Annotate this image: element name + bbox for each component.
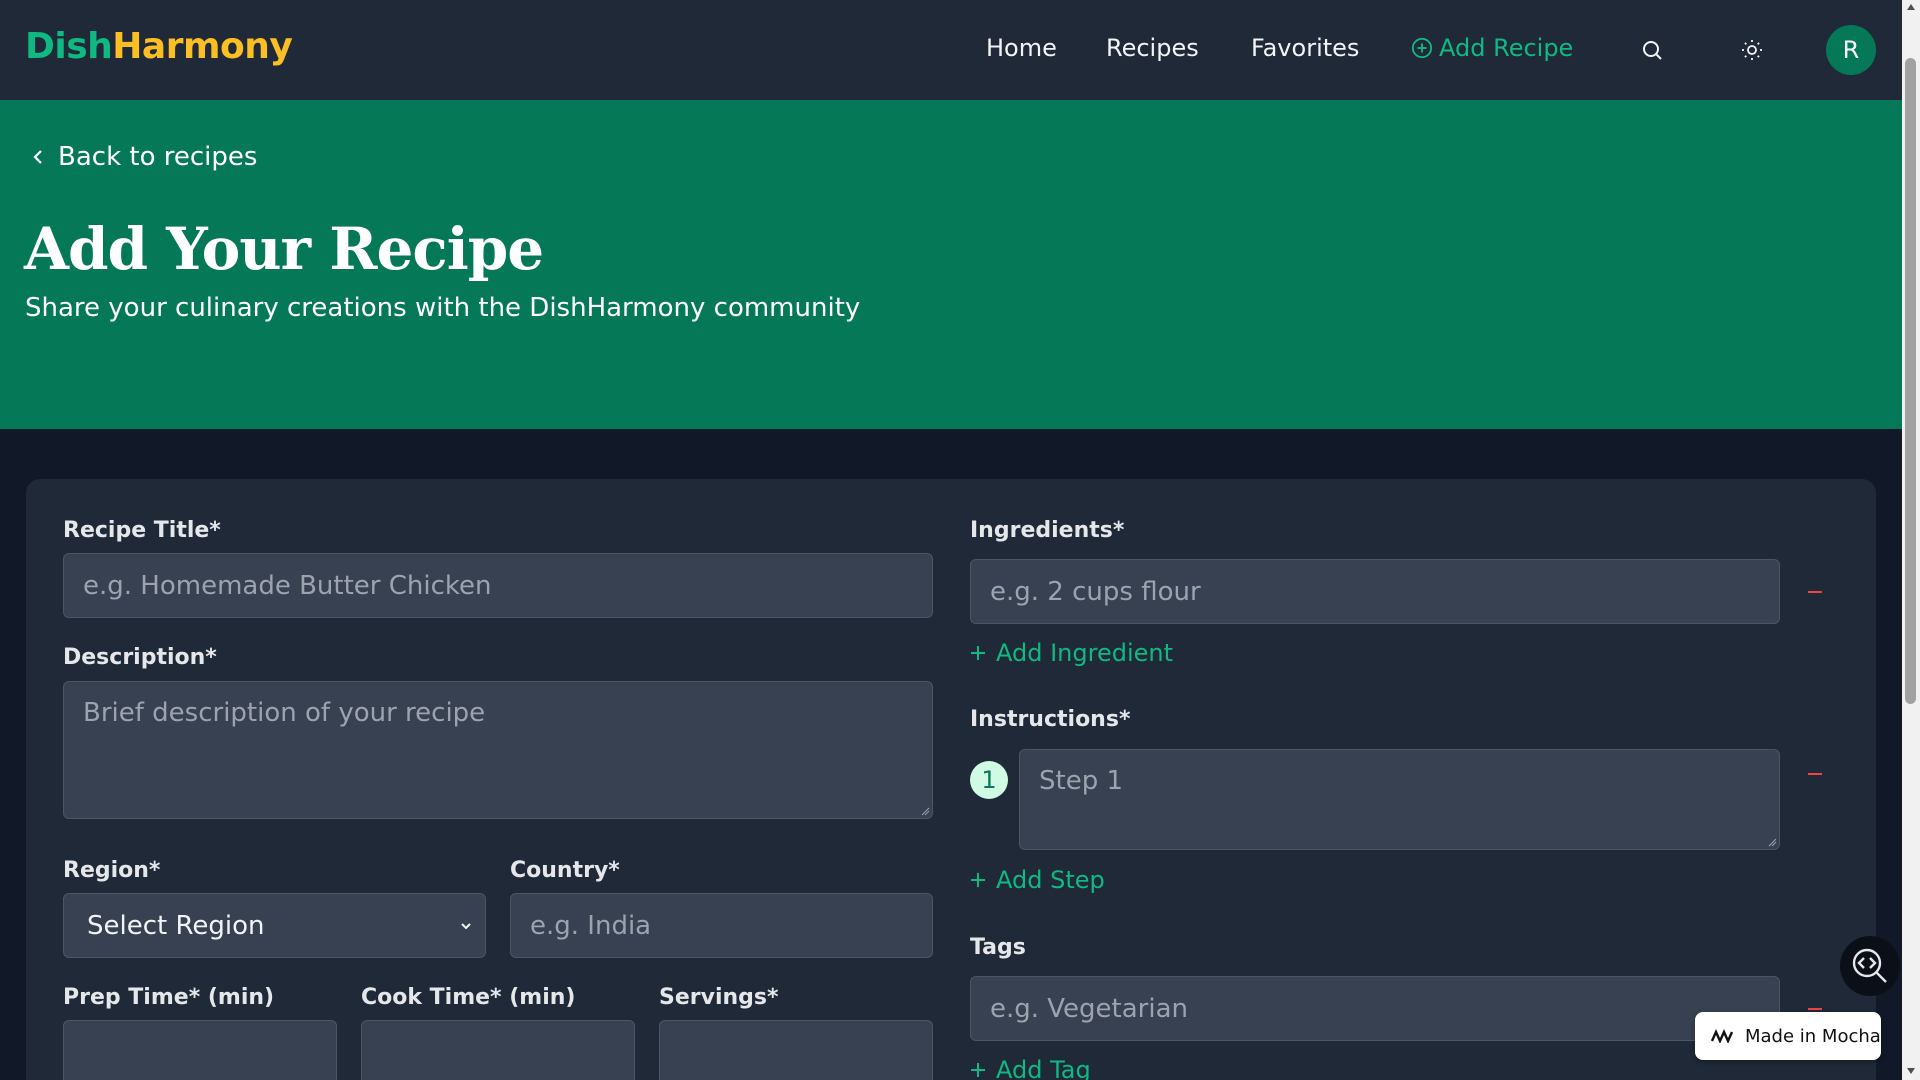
step-textarea[interactable]: Step 1 [1019, 749, 1780, 850]
back-to-recipes-link[interactable]: Back to recipes [30, 142, 257, 172]
cook-time-input[interactable] [361, 1020, 635, 1080]
add-step-label: Add Step [996, 866, 1105, 894]
country-input[interactable]: e.g. India [510, 893, 933, 958]
description-placeholder: Brief description of your recipe [83, 698, 486, 728]
plus-circle-icon [1411, 37, 1433, 59]
search-button[interactable] [1638, 36, 1666, 64]
add-tag-label: Add Tag [996, 1056, 1091, 1080]
nav-add-recipe-label: Add Recipe [1439, 34, 1574, 62]
resize-handle-icon[interactable] [1767, 837, 1777, 847]
prep-time-input[interactable] [63, 1020, 337, 1080]
recipe-title-label: Recipe Title* [63, 518, 221, 543]
region-label: Region* [63, 858, 161, 883]
recipe-title-input[interactable]: e.g. Homemade Butter Chicken [63, 553, 933, 618]
ingredient-input[interactable]: e.g. 2 cups flour [970, 559, 1780, 624]
plus-icon [971, 873, 985, 887]
region-select[interactable]: Select Region [63, 893, 486, 958]
code-search-icon [1852, 948, 1887, 983]
description-label: Description* [63, 645, 217, 670]
description-textarea[interactable]: Brief description of your recipe [63, 681, 933, 819]
nav-recipes[interactable]: Recipes [1106, 34, 1199, 62]
hero-banner: Back to recipes Add Your Recipe Share yo… [0, 100, 1902, 429]
sun-icon [1742, 40, 1762, 60]
back-label: Back to recipes [58, 142, 258, 172]
avatar[interactable]: R [1826, 25, 1876, 75]
remove-step-button[interactable] [1808, 773, 1822, 775]
code-inspector-button[interactable] [1840, 936, 1900, 996]
made-in-mocha-badge[interactable]: Made in Mocha [1695, 1012, 1881, 1060]
add-ingredient-label: Add Ingredient [996, 639, 1174, 667]
servings-input[interactable] [659, 1020, 933, 1080]
plus-icon [971, 646, 985, 660]
tag-input[interactable]: e.g. Vegetarian [970, 976, 1780, 1041]
logo-part-harmony: Harmony [112, 26, 293, 67]
recipe-form-card: Recipe Title* e.g. Homemade Butter Chick… [26, 479, 1876, 1080]
region-selected-value: Select Region [87, 910, 265, 941]
logo[interactable]: DishHarmony [25, 26, 293, 67]
chevron-down-icon [461, 922, 471, 929]
ingredient-placeholder: e.g. 2 cups flour [990, 576, 1201, 607]
country-label: Country* [510, 858, 620, 883]
nav-favorites[interactable]: Favorites [1251, 34, 1359, 62]
add-step-button[interactable]: Add Step [970, 866, 1105, 894]
resize-handle-icon[interactable] [920, 806, 930, 816]
chevron-left-icon [33, 150, 42, 164]
mocha-logo-icon [1711, 1029, 1733, 1043]
nav-home[interactable]: Home [986, 34, 1057, 62]
ingredients-label: Ingredients* [970, 518, 1125, 543]
top-navbar: DishHarmony Home Recipes Favorites Add R… [0, 0, 1902, 100]
remove-tag-button[interactable] [1808, 1008, 1822, 1010]
made-in-mocha-label: Made in Mocha [1745, 1025, 1881, 1047]
search-icon [1643, 41, 1662, 60]
recipe-title-placeholder: e.g. Homemade Butter Chicken [83, 570, 492, 601]
scroll-down-arrow-icon[interactable] [1906, 1067, 1916, 1075]
servings-label: Servings* [659, 985, 779, 1010]
scrollbar-thumb[interactable] [1905, 58, 1916, 704]
instructions-label: Instructions* [970, 707, 1131, 732]
prep-time-label: Prep Time* (min) [63, 985, 275, 1010]
remove-ingredient-button[interactable] [1808, 591, 1822, 593]
logo-part-dish: Dish [25, 26, 113, 67]
page-title: Add Your Recipe [24, 215, 544, 283]
add-tag-button[interactable]: Add Tag [970, 1056, 1091, 1080]
nav-add-recipe[interactable]: Add Recipe [1411, 34, 1573, 62]
plus-icon [971, 1063, 985, 1077]
step-placeholder: Step 1 [1039, 766, 1124, 796]
cook-time-label: Cook Time* (min) [361, 985, 576, 1010]
scroll-up-arrow-icon[interactable] [1906, 3, 1916, 11]
add-ingredient-button[interactable]: Add Ingredient [970, 639, 1173, 667]
step-number-badge: 1 [970, 761, 1008, 799]
tags-label: Tags [970, 935, 1026, 960]
country-placeholder: e.g. India [530, 910, 652, 941]
theme-toggle-button[interactable] [1738, 36, 1766, 64]
tag-placeholder: e.g. Vegetarian [990, 993, 1189, 1024]
page-subtitle: Share your culinary creations with the D… [25, 293, 861, 323]
